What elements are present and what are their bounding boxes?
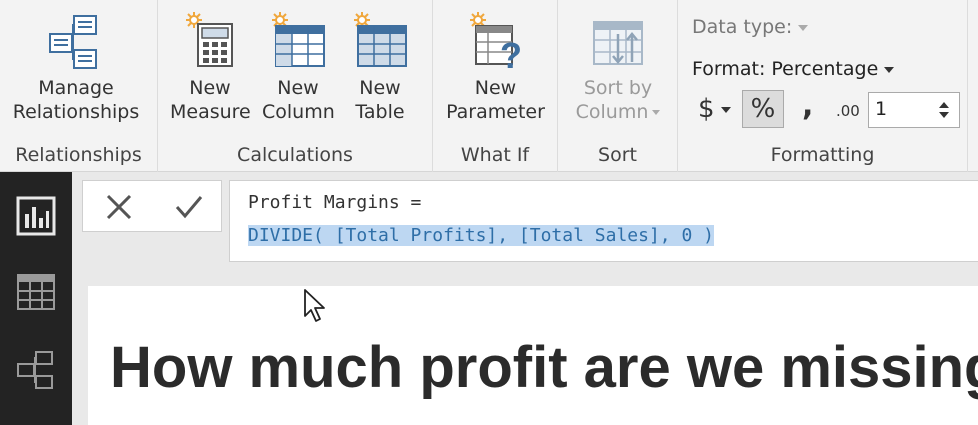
calculator-icon [180, 8, 240, 72]
new-column-label-1: New [277, 77, 319, 99]
formula-actions [82, 180, 222, 232]
sort-by-column-label-2: Column [575, 101, 649, 123]
formatting-group-label: Formatting [770, 144, 875, 166]
new-column-button[interactable]: New Column [262, 8, 335, 124]
stepper-up-icon[interactable] [939, 102, 949, 108]
new-measure-label-2: Measure [170, 101, 251, 123]
sort-group-label: Sort [598, 144, 637, 166]
chevron-down-icon [652, 110, 661, 115]
new-parameter-label-2: Parameter [446, 101, 545, 123]
report-view-icon[interactable] [14, 194, 58, 238]
sort-by-column-label-1: Sort by [583, 77, 653, 99]
currency-icon: $ [698, 94, 715, 124]
table-icon [350, 8, 410, 72]
chevron-down-icon [884, 66, 895, 73]
relationships-group: Manage Relationships Relationships [0, 0, 158, 172]
view-switcher [0, 172, 72, 425]
new-parameter-button[interactable]: ? New Parameter [443, 8, 548, 124]
manage-relationships-label-2: Relationships [12, 101, 140, 123]
data-view-icon[interactable] [14, 270, 58, 314]
chevron-down-icon [720, 106, 731, 113]
chevron-down-icon [798, 24, 809, 31]
report-canvas[interactable]: How much profit are we missing [88, 286, 978, 425]
new-table-button[interactable]: New Table [348, 8, 412, 124]
manage-relationships-button[interactable]: Manage Relationships [6, 8, 146, 124]
manage-relationships-icon [46, 8, 106, 72]
currency-dropdown[interactable]: $ [698, 94, 731, 124]
calculations-group: New Measure New Column New Table Calcula… [158, 0, 433, 172]
formula-line-2-wrap: DIVIDE( [Total Profits], [Total Sales], … [248, 225, 714, 246]
formula-line-2-selected: DIVIDE( [Total Profits], [Total Sales], … [248, 225, 714, 246]
format-dropdown[interactable]: Format: Percentage [692, 58, 895, 80]
sort-icon [588, 8, 648, 72]
column-table-icon [268, 8, 328, 72]
ribbon: Manage Relationships Relationships New M… [0, 0, 978, 172]
formula-input[interactable]: Profit Margins = DIVIDE( [Total Profits]… [229, 180, 978, 262]
manage-relationships-label-1: Manage [38, 77, 114, 99]
whatif-group-label: What If [460, 144, 530, 166]
relationships-group-label: Relationships [15, 144, 142, 166]
data-type-label: Data type: [692, 16, 793, 38]
report-title-textbox[interactable]: How much profit are we missing [110, 334, 978, 401]
power-bi-window: Manage Relationships Relationships New M… [0, 0, 978, 425]
new-column-label-2: Column [262, 101, 335, 123]
svg-text:?: ? [500, 35, 522, 72]
percent-button[interactable]: % [742, 90, 784, 128]
stepper-down-icon[interactable] [939, 112, 949, 118]
formula-line-1: Profit Margins = [248, 192, 422, 213]
data-type-dropdown[interactable]: Data type: [692, 16, 809, 38]
mouse-cursor-icon [303, 288, 329, 324]
new-table-label-2: Table [355, 101, 405, 123]
parameter-icon: ? [466, 8, 526, 76]
new-measure-label-1: New [189, 77, 231, 99]
decimal-places-stepper[interactable]: 1 [868, 92, 960, 128]
sort-by-column-button[interactable]: Sort by Column [566, 8, 670, 124]
calculations-group-label: Calculations [237, 144, 353, 166]
check-icon[interactable] [173, 191, 205, 223]
sort-by-column-label-2-wrap: Column [566, 100, 670, 124]
whatif-group: ? New Parameter What If [433, 0, 558, 172]
new-parameter-label-1: New [474, 77, 517, 99]
formatting-group: Data type: Format: Percentage $ % , .00 … [678, 0, 968, 172]
sort-group: Sort by Column Sort [558, 0, 678, 172]
format-label: Format: Percentage [692, 58, 879, 80]
close-icon[interactable] [103, 191, 135, 223]
new-measure-button[interactable]: New Measure [170, 8, 251, 124]
decimal-places-icon: .00 [836, 102, 860, 120]
comma-style-button[interactable]: , [802, 88, 813, 123]
decimal-places-value: 1 [875, 98, 888, 120]
new-table-label-1: New [359, 77, 401, 99]
relationships-view-icon[interactable] [14, 348, 58, 392]
